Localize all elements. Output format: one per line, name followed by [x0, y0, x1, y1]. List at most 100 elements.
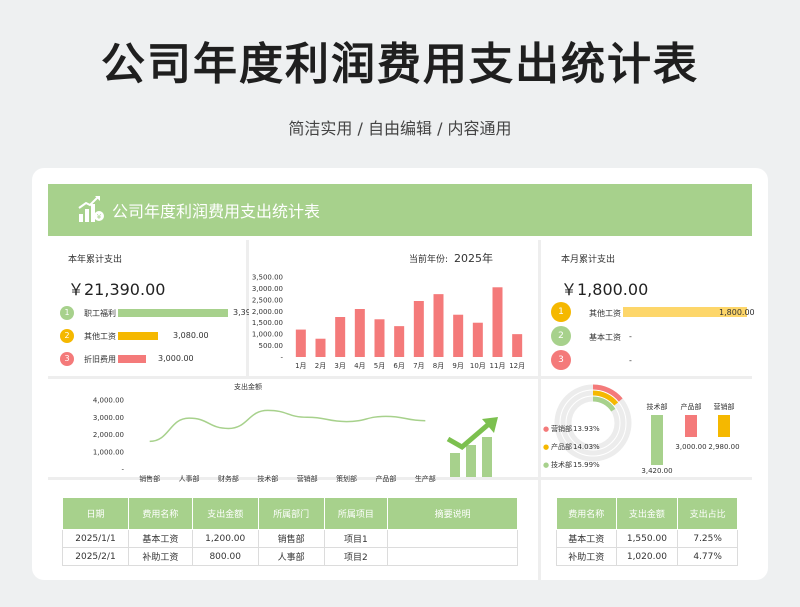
month-bar — [472, 322, 483, 357]
table-cell: 4.77% — [677, 547, 738, 566]
line-chart-title: 支出金额 — [234, 382, 262, 391]
table-cell — [387, 547, 518, 566]
month-bar — [315, 338, 326, 357]
legend-marker: ● — [543, 461, 549, 469]
x-tick-label: 9月 — [452, 362, 463, 370]
rank-badge: 1 — [60, 306, 74, 320]
table-row: 基本工资 1,550.00 7.25% — [556, 529, 738, 548]
table-cell — [387, 529, 518, 548]
item-bar — [118, 355, 146, 363]
bar-category-label: 营销部 — [714, 402, 735, 411]
y-tick-label: 3,500.00 — [252, 274, 283, 282]
y-tick-label: 500.00 — [259, 342, 284, 350]
month-bar — [512, 334, 523, 357]
y-tick-label: 1,000.00 — [93, 448, 124, 456]
legend-label: 技术部 — [551, 460, 572, 469]
bar-category-label: 产品部 — [681, 402, 702, 411]
x-tick-label: 6月 — [393, 362, 404, 370]
item-name: 折旧费用 — [84, 355, 116, 364]
item-name: 其他工资 — [589, 309, 621, 318]
page-subtitle: 简洁实用 / 自由编辑 / 内容通用 — [288, 119, 512, 138]
table-cell: 1,200.00 — [191, 529, 259, 548]
month-summary-amount: ￥1,800.00 — [561, 280, 649, 299]
month-summary-label: 本月累计支出 — [561, 255, 616, 265]
month-bar — [374, 319, 385, 357]
year-summary-amount: ￥21,390.00 — [68, 280, 166, 299]
table-cell: 补助工资 — [127, 547, 193, 566]
banner-title: 公司年度利润费用支出统计表 — [112, 202, 321, 221]
month-bar — [354, 309, 365, 357]
x-tick-label: 10月 — [470, 362, 486, 370]
x-tick-label: 财务部 — [218, 474, 239, 483]
item-name: 职工福利 — [84, 309, 116, 318]
month-summary-panel: 本月累计支出 ￥1,800.00 1 其他工资 1,800.00 2 基本工资 -3- — [541, 240, 755, 376]
y-tick-label: 1,000.00 — [252, 331, 283, 339]
x-tick-label: 销售部 — [139, 474, 160, 483]
rank-badge: 3 — [551, 350, 571, 370]
monthly-bar-chart: - 500.00 1,000.00 1,500.00 2,000.00 2,500.00 3… — [252, 274, 525, 371]
y-tick-label: 3,000.00 — [252, 285, 283, 293]
column-header: 所属项目 — [323, 497, 389, 530]
item-name: 基本工资 — [589, 333, 621, 342]
item-bar — [118, 309, 228, 317]
y-tick-label: 2,500.00 — [252, 296, 283, 304]
legend-value: 15.99% — [573, 461, 600, 469]
x-tick-label: 2月 — [315, 362, 326, 370]
y-tick-label: - — [121, 466, 124, 474]
item-value: 3,000.00 — [158, 354, 194, 363]
bar-category-label: 技术部 — [647, 402, 668, 411]
month-bar — [453, 314, 464, 357]
x-tick-label: 7月 — [413, 362, 424, 370]
monthly-chart-panel: 当前年份: 2025年 -500.00 1,000.00 1,500.00 2,000… — [249, 240, 538, 376]
growth-chart-icon — [446, 417, 498, 477]
bar-value-label: 3,420.00 — [641, 467, 672, 475]
legend-value: 14.03% — [573, 443, 600, 451]
x-tick-label: 策划部 — [336, 474, 357, 483]
column-header: 支出金额 — [191, 497, 259, 530]
month-bar — [433, 294, 444, 357]
table-cell: 7.25% — [677, 529, 738, 548]
x-tick-label: 人事部 — [179, 474, 200, 483]
table-cell: 2025/1/1 — [62, 529, 129, 548]
table-cell: 补助工资 — [556, 547, 617, 566]
column-header: 日期 — [62, 497, 129, 530]
legend-label: 产品部 — [551, 442, 572, 451]
x-tick-label: 11月 — [490, 362, 506, 370]
x-tick-label: 营销部 — [297, 474, 318, 483]
line-series — [149, 409, 426, 443]
column-header: 支出占比 — [677, 497, 738, 530]
table-cell: 2025/2/1 — [62, 547, 129, 566]
y-tick-label: 2,000.00 — [252, 308, 283, 316]
x-tick-label: 3月 — [334, 362, 345, 370]
dept-line-panel: 支出金额 - 1,000.00 2,000.00 3,000.00 4,000.00 销售部… — [48, 379, 538, 483]
year-summary-label: 本年累计支出 — [68, 255, 123, 265]
rank-badge: 2 — [551, 326, 571, 346]
x-tick-label: 生产部 — [415, 474, 436, 483]
table-cell: 人事部 — [257, 547, 325, 566]
dept-bar — [685, 415, 697, 437]
dept-share-chart: ● 营销部 13.93%● 产品部 14.03%● 技术部 15.99%技术部3,420.0… — [543, 384, 740, 475]
rank-badge: 2 — [60, 329, 74, 343]
svg-text:¥: ¥ — [97, 213, 102, 221]
bar-value-label: 2,980.00 — [708, 443, 739, 451]
table-cell: 项目1 — [323, 529, 389, 548]
table-cell: 基本工资 — [127, 529, 193, 548]
column-header: 费用名称 — [127, 497, 193, 530]
legend-value: 13.93% — [573, 425, 600, 433]
table-cell: 1,020.00 — [615, 547, 679, 566]
y-tick-label: 3,000.00 — [93, 414, 124, 422]
item-value: 1,800.00 — [719, 308, 755, 317]
table-row: 2025/2/1 补助工资 800.00 人事部 项目2 — [62, 547, 518, 566]
month-bar — [295, 329, 306, 357]
dept-line-chart: 支出金额 - 1,000.00 2,000.00 3,000.00 4,000.00 销售部… — [93, 382, 436, 483]
dept-bar — [651, 415, 663, 465]
item-value: - — [629, 332, 632, 341]
item-value: 3,080.00 — [173, 331, 209, 340]
legend-label: 营销部 — [551, 424, 572, 433]
y-tick-label: 2,000.00 — [93, 431, 124, 439]
month-bar — [492, 287, 503, 357]
banner: ¥ 公司年度利润费用支出统计表 — [48, 184, 752, 236]
column-header: 所属部门 — [257, 497, 325, 530]
ratio-table: 费用名称 支出金额 支出占比 基本工资 1,550.00 7.25% 补助工资 1,020.… — [556, 497, 738, 566]
month-bar — [335, 317, 346, 357]
